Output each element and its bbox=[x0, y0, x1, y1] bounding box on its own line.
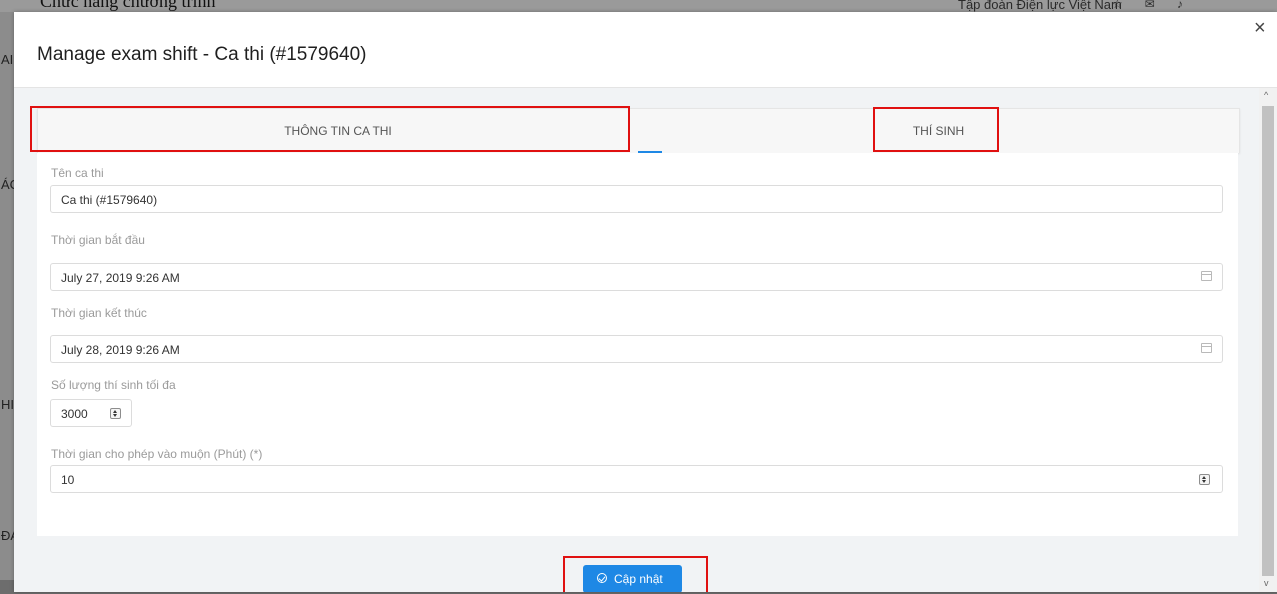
scroll-down-icon[interactable]: v bbox=[1264, 578, 1269, 588]
background-top-left-text: Chức năng chương trình bbox=[40, 0, 216, 11]
scrollbar-thumb[interactable] bbox=[1262, 106, 1274, 576]
max-candidates-value: 3000 bbox=[61, 407, 88, 421]
calendar-icon[interactable] bbox=[1201, 271, 1212, 281]
calendar-icon[interactable] bbox=[1201, 343, 1212, 353]
exam-info-form: Tên ca thi Ca thi (#1579640) Thời gian b… bbox=[37, 153, 1238, 536]
background-left-fragment: AI bbox=[1, 52, 14, 67]
start-time-value: July 27, 2019 9:26 AM bbox=[61, 271, 180, 285]
end-time-input[interactable]: July 28, 2019 9:26 AM bbox=[50, 335, 1223, 363]
modal-title: Manage exam shift - Ca thi (#1579640) bbox=[37, 44, 367, 65]
late-allowance-value: 10 bbox=[61, 473, 75, 487]
max-candidates-label: Số lượng thí sinh tối đa bbox=[51, 378, 176, 392]
background-left-fragment: HI bbox=[1, 397, 14, 412]
update-button[interactable]: Cập nhật bbox=[583, 565, 682, 592]
max-candidates-input[interactable]: 3000 bbox=[50, 399, 132, 427]
bell-icon: ♪ bbox=[1176, 0, 1205, 11]
background-topbar-icons: ☆✉♪ bbox=[1112, 0, 1205, 11]
start-time-label: Thời gian bắt đầu bbox=[51, 233, 145, 247]
star-icon: ☆ bbox=[1112, 0, 1145, 11]
tab-exam-shift-info[interactable]: THÔNG TIN CA THI bbox=[38, 109, 638, 153]
start-time-input[interactable]: July 27, 2019 9:26 AM bbox=[50, 263, 1223, 291]
exam-name-value: Ca thi (#1579640) bbox=[61, 193, 158, 207]
modal-scrollbar[interactable]: ^ v bbox=[1259, 88, 1277, 592]
end-time-label: Thời gian kết thúc bbox=[51, 306, 147, 320]
exam-name-label: Tên ca thi bbox=[51, 166, 104, 180]
mail-icon: ✉ bbox=[1144, 0, 1177, 11]
scroll-up-icon[interactable]: ^ bbox=[1264, 90, 1268, 100]
number-spinner-icon[interactable] bbox=[1199, 474, 1210, 485]
background-org-name: Tập đoàn Điện lực Việt Nam bbox=[958, 0, 1122, 12]
background-topbar: Chức năng chương trình Tập đoàn Điện lực… bbox=[0, 0, 1277, 12]
late-allowance-label: Thời gian cho phép vào muộn (Phút) (*) bbox=[51, 447, 263, 461]
modal-header: Manage exam shift - Ca thi (#1579640) × bbox=[14, 12, 1277, 88]
exam-name-input[interactable]: Ca thi (#1579640) bbox=[50, 185, 1223, 213]
check-circle-icon bbox=[597, 573, 607, 583]
end-time-value: July 28, 2019 9:26 AM bbox=[61, 343, 180, 357]
modal-body: THÔNG TIN CA THI THÍ SINH Tên ca thi Ca … bbox=[14, 88, 1259, 592]
close-icon[interactable]: × bbox=[1254, 18, 1266, 38]
exam-shift-modal: Manage exam shift - Ca thi (#1579640) × … bbox=[14, 12, 1277, 592]
tab-candidates[interactable]: THÍ SINH bbox=[638, 109, 1239, 153]
tab-bar: THÔNG TIN CA THI THÍ SINH bbox=[37, 108, 1240, 153]
update-button-label: Cập nhật bbox=[614, 572, 663, 586]
late-allowance-input[interactable]: 10 bbox=[50, 465, 1223, 493]
number-spinner-icon[interactable] bbox=[110, 408, 121, 419]
